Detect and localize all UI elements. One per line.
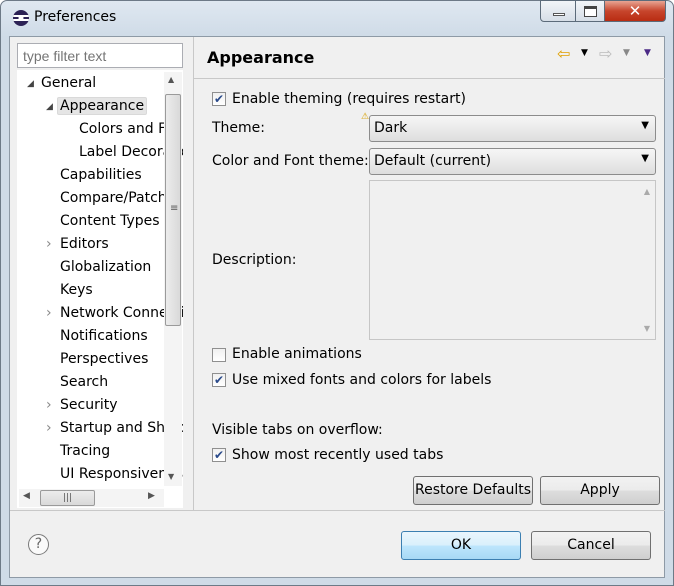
- tree-item[interactable]: Tracing: [60, 443, 110, 459]
- back-dropdown-icon[interactable]: ▼: [581, 48, 588, 58]
- forward-arrow-icon[interactable]: ⇨: [599, 44, 612, 63]
- tree-item-label: Content Types: [60, 213, 160, 229]
- chevron-down-icon: ▼: [641, 153, 649, 164]
- restore-defaults-button[interactable]: Restore Defaults: [413, 476, 533, 505]
- chevron-down-icon: ▼: [641, 120, 649, 131]
- theme-value: Dark: [374, 120, 408, 136]
- cancel-button[interactable]: Cancel: [531, 531, 651, 560]
- expanded-arrow-icon[interactable]: ◢: [46, 102, 53, 112]
- scroll-thumb[interactable]: ≡: [165, 94, 181, 326]
- enable-theming-checkbox[interactable]: ✔: [212, 92, 226, 106]
- tree-item-label: Editors: [60, 236, 109, 252]
- expanded-arrow-icon[interactable]: ◢: [27, 79, 34, 89]
- tree-item[interactable]: Appearance: [57, 97, 148, 115]
- h-scroll-thumb[interactable]: |||: [40, 490, 95, 506]
- show-mru-label: Show most recently used tabs: [232, 447, 444, 463]
- minimize-icon: [553, 13, 565, 16]
- tree-item[interactable]: General: [41, 75, 96, 91]
- scroll-left-icon[interactable]: ◀: [23, 491, 30, 501]
- warning-icon: ⚠: [361, 112, 370, 122]
- eclipse-logo-icon: [13, 10, 29, 26]
- tree-item[interactable]: Keys: [60, 282, 93, 298]
- color-font-theme-select[interactable]: Default (current) ▼: [369, 148, 656, 175]
- collapsed-arrow-icon[interactable]: ›: [46, 236, 52, 252]
- scroll-up-icon[interactable]: ▲: [644, 187, 650, 196]
- collapsed-arrow-icon[interactable]: ›: [46, 305, 52, 321]
- tree-item-label: Keys: [60, 282, 93, 298]
- filter-input[interactable]: [17, 43, 183, 68]
- tree-item-label: Compare/Patch: [60, 190, 167, 206]
- header-separator: [194, 78, 665, 79]
- scroll-down-icon[interactable]: ▼: [644, 324, 650, 333]
- enable-animations-checkbox[interactable]: [212, 348, 226, 362]
- collapsed-arrow-icon[interactable]: ›: [46, 397, 52, 413]
- apply-button[interactable]: Apply: [540, 476, 660, 505]
- tree-item[interactable]: Security: [60, 397, 118, 413]
- scroll-right-icon[interactable]: ▶: [148, 491, 155, 501]
- maximize-button[interactable]: [575, 0, 605, 22]
- tree-vertical-scrollbar[interactable]: ▲ ≡ ▼: [164, 72, 182, 486]
- color-font-theme-value: Default (current): [374, 153, 492, 169]
- footer-separator: [10, 510, 665, 511]
- minimize-button[interactable]: [540, 0, 576, 22]
- tree-item[interactable]: Search: [60, 374, 108, 390]
- mixed-fonts-checkbox[interactable]: ✔: [212, 373, 226, 387]
- tree-item-label: Notifications: [60, 328, 148, 344]
- tree-item[interactable]: Compare/Patch: [60, 190, 167, 206]
- tree-item-label: Appearance: [60, 98, 145, 114]
- mixed-fonts-label: Use mixed fonts and colors for labels: [232, 372, 492, 388]
- description-label: Description:: [212, 252, 297, 268]
- tree-item[interactable]: Editors: [60, 236, 109, 252]
- window-title: Preferences: [34, 9, 117, 25]
- scroll-down-icon[interactable]: ▼: [168, 472, 174, 481]
- ok-button[interactable]: OK: [401, 531, 521, 560]
- close-icon: ✕: [628, 2, 642, 20]
- tree-item-label: General: [41, 75, 97, 91]
- description-textarea[interactable]: ▲ ▼: [369, 180, 656, 340]
- close-button[interactable]: ✕: [604, 0, 666, 22]
- visible-tabs-label: Visible tabs on overflow:: [212, 422, 383, 438]
- tree-item-label: Perspectives: [60, 351, 149, 367]
- tree-item[interactable]: Content Types: [60, 213, 160, 229]
- tree-item[interactable]: Globalization: [60, 259, 151, 275]
- enable-theming-label: Enable theming (requires restart): [232, 91, 466, 107]
- theme-label: Theme:: [212, 120, 266, 136]
- tree-item[interactable]: Capabilities: [60, 167, 142, 183]
- tree-horizontal-scrollbar[interactable]: ◀ ||| ▶: [19, 489, 164, 507]
- tree-item-label: Search: [60, 374, 109, 390]
- show-mru-checkbox[interactable]: ✔: [212, 448, 226, 462]
- tree-item-label: Capabilities: [60, 167, 142, 183]
- theme-select[interactable]: Dark ▼: [369, 115, 656, 142]
- collapsed-arrow-icon[interactable]: ›: [46, 420, 52, 436]
- panel-divider: [193, 37, 194, 510]
- forward-dropdown-icon[interactable]: ▼: [623, 48, 630, 58]
- view-menu-icon[interactable]: ▼: [644, 48, 651, 58]
- page-title: Appearance: [207, 48, 315, 67]
- tree-item-label: Tracing: [60, 443, 111, 459]
- preference-tree[interactable]: General◢Appearance◢Colors and FontsLabel…: [17, 70, 183, 508]
- help-icon[interactable]: ?: [28, 534, 49, 555]
- tree-item[interactable]: Perspectives: [60, 351, 148, 367]
- back-arrow-icon[interactable]: ⇦: [557, 44, 570, 63]
- tree-item-label: Globalization: [60, 259, 152, 275]
- maximize-icon: [584, 6, 597, 17]
- tree-item-label: Security: [60, 397, 118, 413]
- tree-item[interactable]: Notifications: [60, 328, 148, 344]
- scroll-up-icon[interactable]: ▲: [168, 75, 174, 84]
- enable-animations-label: Enable animations: [232, 346, 362, 362]
- color-font-theme-label: Color and Font theme:: [212, 153, 369, 169]
